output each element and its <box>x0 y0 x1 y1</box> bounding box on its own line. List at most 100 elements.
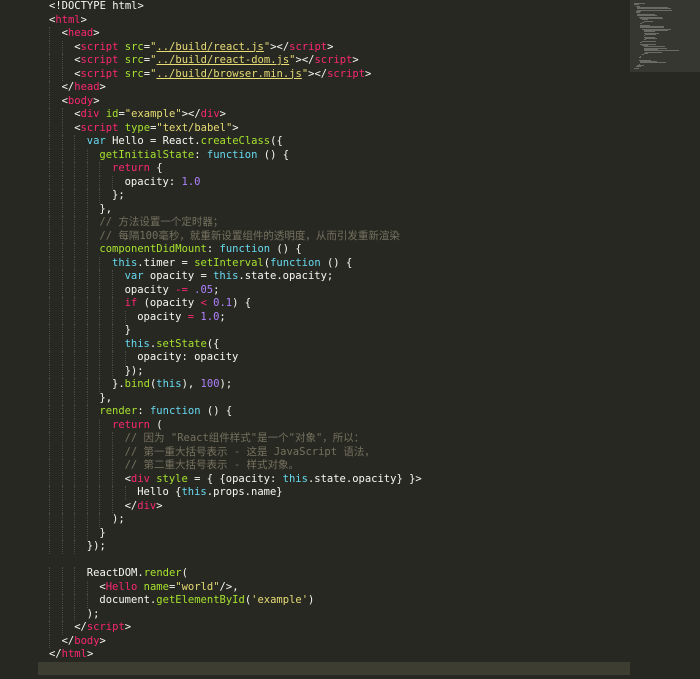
code-line[interactable]: 30}, <box>38 391 630 405</box>
code-token: > <box>99 81 106 93</box>
code-line[interactable]: 41}); <box>38 540 630 554</box>
code-token: ) <box>308 594 315 606</box>
code-line[interactable]: 12getInitialState: function () { <box>38 148 630 162</box>
code-text: } <box>38 324 131 338</box>
code-line[interactable]: 47</script> <box>38 621 630 635</box>
code-token: > <box>232 121 239 134</box>
code-token: ReactDOM. <box>86 567 144 579</box>
code-token: script <box>80 121 119 134</box>
code-line[interactable]: 4<script src="../build/react.js"></scrip… <box>38 40 630 54</box>
code-line[interactable]: 26this.setState({ <box>38 337 630 352</box>
code-line[interactable]: 23if (opacity < 0.1) { <box>38 297 630 311</box>
code-line[interactable]: 7</head> <box>38 81 630 95</box>
code-token: > <box>93 94 100 107</box>
code-line[interactable]: 29}.bind(this), 100); <box>38 378 630 392</box>
code-line[interactable]: 39); <box>38 513 630 527</box>
code-text: this.setState({ <box>38 337 220 352</box>
code-line[interactable]: 20this.timer = setInterval(function () { <box>38 256 630 270</box>
code-token: > <box>93 27 100 39</box>
code-line[interactable]: 13return { <box>38 162 630 176</box>
code-token: .props.name} <box>206 486 283 498</box>
code-line[interactable]: 17// 方法设置一个定时器； <box>38 216 630 230</box>
code-line[interactable]: 38</div> <box>38 499 630 513</box>
code-token: this <box>124 337 150 350</box>
code-token: type <box>124 121 151 134</box>
code-line[interactable]: 16}, <box>38 202 630 216</box>
code-text: </head> <box>38 81 106 95</box>
code-token: </ <box>61 634 75 647</box>
minimap[interactable] <box>630 0 700 679</box>
code-area[interactable]: 1<!DOCTYPE html>2<html>3<head>4<script s… <box>38 0 630 679</box>
code-line[interactable]: 15}; <box>38 189 630 203</box>
code-text: }; <box>38 189 125 203</box>
code-line[interactable]: 19componentDidMount: function () { <box>38 243 630 257</box>
code-line[interactable]: 46); <box>38 607 630 621</box>
code-line[interactable]: 45document.getElementById('example') <box>38 594 630 608</box>
code-line[interactable]: 28}); <box>38 364 630 378</box>
code-line[interactable]: 27opacity: opacity <box>38 351 630 365</box>
code-line[interactable]: 18// 每隔100毫秒，就重新设置组件的透明度，从而引发重新渲染 <box>38 229 630 243</box>
code-line[interactable]: 33// 因为 "React组件样式"是一个"对象"，所以： <box>38 432 630 446</box>
code-line[interactable]: 49</html> <box>38 648 630 662</box>
code-line[interactable]: 10<script type="text/babel"> <box>38 121 630 135</box>
code-line[interactable]: 32return ( <box>38 418 630 432</box>
code-line[interactable]: 6<script src="../build/browser.min.js"><… <box>38 67 630 82</box>
code-line[interactable]: 8<body> <box>38 94 630 108</box>
code-line[interactable]: 31render: function () { <box>38 405 630 419</box>
code-line[interactable]: 2<html> <box>38 14 630 28</box>
code-token: render <box>99 405 138 417</box>
code-token: () { <box>200 405 233 417</box>
code-text: <div style = { {opacity: this.state.opac… <box>38 473 422 487</box>
code-text: return { <box>38 162 163 176</box>
code-token: > <box>365 67 372 80</box>
code-token: ({ <box>206 337 220 350</box>
code-text: render: function () { <box>38 405 232 419</box>
code-line[interactable]: 21var opacity = this.state.opacity; <box>38 270 630 284</box>
code-token: 1.0 <box>200 310 220 323</box>
code-line[interactable]: 35// 第二重大括号表示 - 样式对象。 <box>38 459 630 473</box>
code-token: opacity: opacity <box>137 351 239 363</box>
code-line[interactable]: 48</body> <box>38 634 630 648</box>
code-text: }); <box>38 540 106 554</box>
code-token: </ <box>49 648 62 660</box>
code-token: }. <box>112 378 125 390</box>
code-line[interactable]: 24opacity = 1.0; <box>38 310 630 324</box>
code-line[interactable]: 22opacity -= .05; <box>38 283 630 297</box>
code-editor[interactable]: 1<!DOCTYPE html>2<html>3<head>4<script s… <box>0 0 700 679</box>
minimap-line <box>643 52 649 54</box>
code-token: // 第二重大括号表示 - 样式对象。 <box>124 459 300 471</box>
code-line[interactable]: 34// 第一重大括号表示 - 这是 JavaScript 语法， <box>38 445 630 459</box>
code-token: ></ <box>295 54 315 66</box>
code-token: } <box>99 526 106 539</box>
code-text: ReactDOM.render( <box>38 567 188 581</box>
code-line[interactable]: 9<div id="example"></div> <box>38 108 630 122</box>
code-token: ), <box>181 378 201 390</box>
code-text: <script src="../build/browser.min.js"></… <box>38 68 371 82</box>
code-line[interactable]: 43ReactDOM.render( <box>38 567 630 581</box>
code-text: </html> <box>38 648 93 662</box>
code-line[interactable]: 42 <box>38 554 630 568</box>
minimap-line <box>642 40 657 42</box>
code-token: ({ <box>270 135 283 147</box>
code-text: <Hello name="world"/>, <box>38 581 238 595</box>
code-line[interactable]: 3<head> <box>38 27 630 41</box>
code-line[interactable]: 25} <box>38 324 630 338</box>
code-line[interactable]: 1<!DOCTYPE html> <box>38 0 630 14</box>
code-line[interactable]: 44<Hello name="world"/>, <box>38 580 630 595</box>
code-token: "example" <box>124 108 182 120</box>
code-line[interactable]: 5<script src="../build/react-dom.js"></s… <box>38 54 630 68</box>
code-line[interactable]: 50 <box>38 661 630 675</box>
code-line[interactable]: 14opacity: 1.0 <box>38 175 630 189</box>
code-token: </ <box>124 499 138 512</box>
code-text: }.bind(this), 100); <box>38 378 232 392</box>
code-token: Hello = React. <box>105 135 201 147</box>
code-line[interactable]: 40} <box>38 526 630 540</box>
code-token: div <box>80 108 100 120</box>
code-line[interactable]: 11var Hello = React.createClass({ <box>38 135 630 149</box>
code-token: src <box>124 67 144 80</box>
code-line[interactable]: 36<div style = { {opacity: this.state.op… <box>38 472 630 487</box>
line-number-gutter <box>0 0 38 679</box>
code-token: // 因为 "React组件样式"是一个"对象"，所以： <box>124 432 365 444</box>
code-line[interactable]: 37Hello {this.props.name} <box>38 486 630 500</box>
code-text: // 第二重大括号表示 - 样式对象。 <box>38 459 299 473</box>
